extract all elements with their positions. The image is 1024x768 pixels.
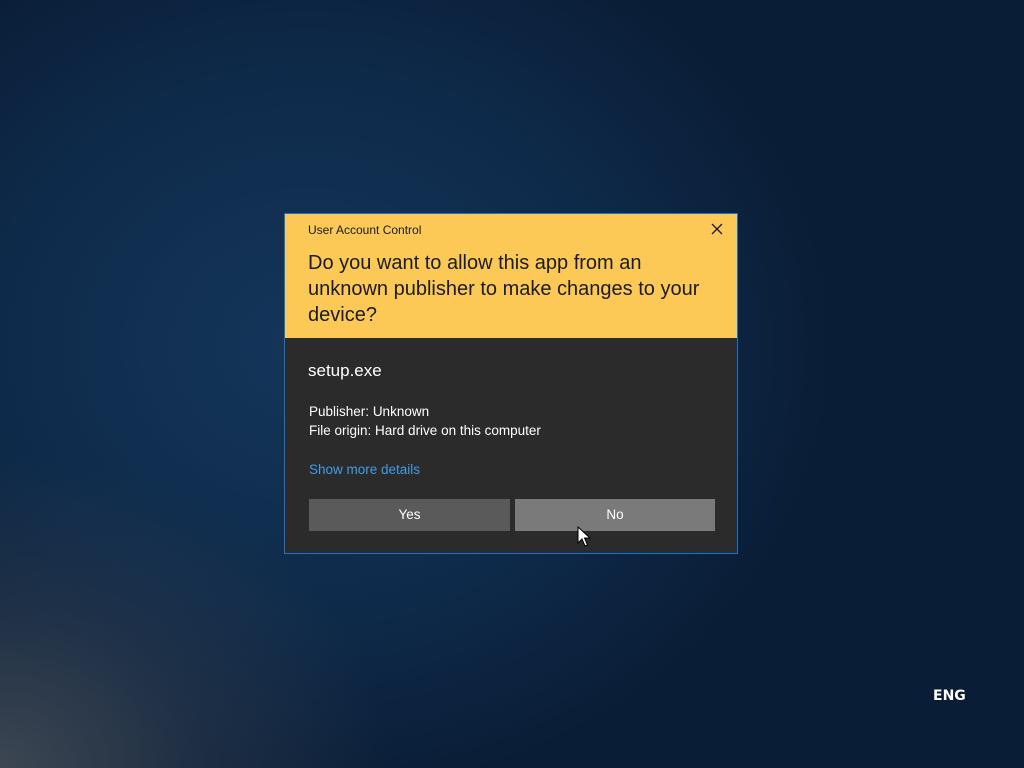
no-button[interactable]: No xyxy=(515,499,715,531)
language-indicator[interactable]: ENG xyxy=(933,688,966,704)
show-more-details-link[interactable]: Show more details xyxy=(309,462,420,477)
uac-header: User Account Control Do you want to allo… xyxy=(285,214,737,338)
close-button[interactable] xyxy=(705,220,729,240)
publisher-value: Unknown xyxy=(372,404,430,419)
close-icon xyxy=(711,223,723,235)
publisher-line: Publisher: Unknown xyxy=(309,404,429,419)
secure-desktop-background: User Account Control Do you want to allo… xyxy=(0,0,1024,768)
app-name: setup.exe xyxy=(308,361,382,380)
yes-button[interactable]: Yes xyxy=(309,499,510,531)
dialog-title: User Account Control xyxy=(308,223,422,237)
file-origin-value: Hard drive on this computer xyxy=(375,423,541,438)
file-origin-line: File origin: Hard drive on this computer xyxy=(309,423,541,438)
mouse-pointer-icon xyxy=(577,526,591,547)
file-origin-label: File origin: xyxy=(309,423,372,438)
uac-dialog: User Account Control Do you want to allo… xyxy=(284,213,738,554)
uac-question: Do you want to allow this app from an un… xyxy=(308,252,700,326)
publisher-label: Publisher: xyxy=(309,404,370,419)
